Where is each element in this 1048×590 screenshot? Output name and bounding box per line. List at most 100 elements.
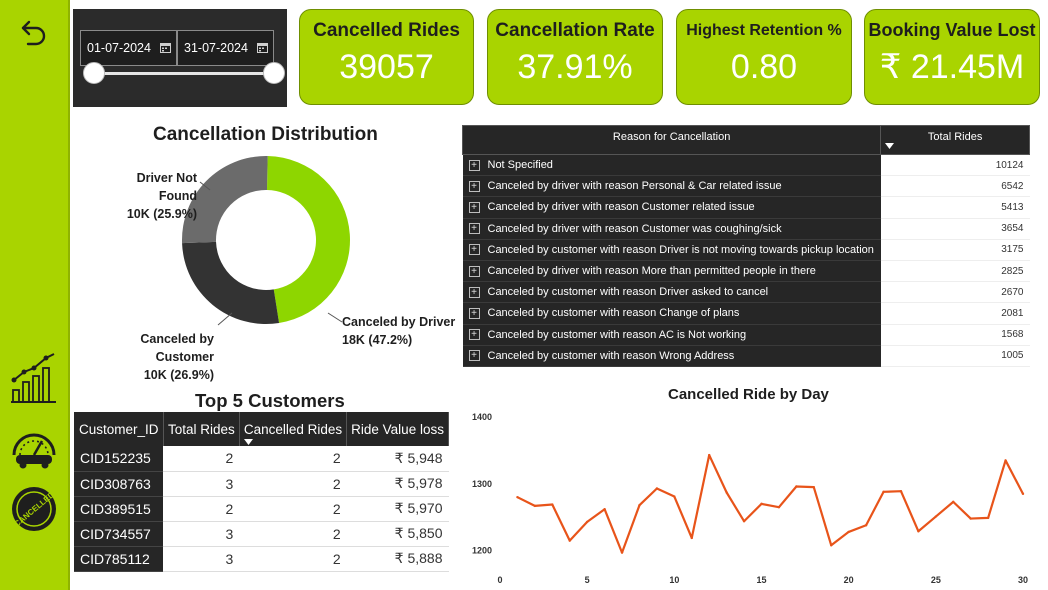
expand-icon[interactable]: + [468,286,480,298]
date-range-end-handle[interactable] [263,62,285,84]
series-line[interactable] [516,453,1024,554]
expand-icon[interactable]: + [468,307,480,319]
data-point[interactable] [568,539,571,542]
data-point[interactable] [603,508,606,511]
donut-segment[interactable] [182,241,280,324]
table-row[interactable]: CID734557 3 2 ₹ 5,850 [74,521,449,547]
table-row[interactable]: CID308763 3 2 ₹ 5,978 [74,471,449,497]
table-row[interactable]: + Canceled by customer with reason AC is … [462,324,1030,346]
calendar-icon[interactable] [160,42,171,56]
analytics-chart-icon[interactable] [8,352,58,409]
data-point[interactable] [533,504,537,508]
kpi-value: ₹ 21.45M [879,48,1025,86]
line-chart-title: Cancelled Ride by Day [668,386,829,403]
total-rides-cell: 2825 [880,260,1030,283]
expand-icon[interactable]: + [468,350,480,362]
data-point[interactable] [986,516,990,520]
table-row[interactable]: CID389515 2 2 ₹ 5,970 [74,496,449,522]
speedometer-car-icon[interactable] [8,425,60,474]
data-point[interactable] [655,487,659,490]
total-rides-cell: 3654 [880,218,1030,240]
expand-icon[interactable]: + [468,329,480,341]
total-rides-cell: 6542 [880,175,1030,198]
column-header-reason[interactable]: Reason for Cancellation [461,125,882,155]
data-point[interactable] [708,453,711,457]
reason-cell[interactable]: + Canceled by driver with reason Customer… [462,196,881,219]
calendar-icon[interactable] [257,42,268,56]
data-point[interactable] [516,495,519,499]
reason-cell[interactable]: + Canceled by driver with reason More tha… [462,260,881,283]
table-row[interactable]: + Canceled by customer with reason Change… [462,302,1030,325]
data-point[interactable] [952,500,955,504]
reason-cell[interactable]: + Canceled by customer with reason Change… [462,302,881,325]
data-point[interactable] [742,520,746,523]
reason-cell[interactable]: + Canceled by customer with reason Wrong … [462,345,881,367]
table-row[interactable]: + Canceled by driver with reason Customer… [462,218,1030,240]
back-arrow-icon[interactable] [20,18,48,51]
column-header-ride-value-loss[interactable]: Ride Value loss [346,412,449,446]
data-point[interactable] [830,544,833,547]
cancelled-ride-by-day-chart: 1200 1300 1400 0 5 10 15 20 25 30 [472,412,1028,585]
data-point[interactable] [690,536,693,540]
donut-segment[interactable] [266,156,350,323]
segment-name: Canceled by Driver [342,315,456,329]
reason-text: Canceled by customer with reason AC is N… [487,328,747,341]
expand-icon[interactable]: + [468,244,480,256]
data-point[interactable] [917,530,920,533]
start-date-input[interactable]: 01-07-2024 [80,30,177,66]
data-point[interactable] [585,520,589,524]
expand-icon[interactable]: + [468,159,480,171]
date-range-slider-track[interactable] [93,72,273,75]
column-header-total-rides[interactable]: Total Rides [880,125,1030,155]
column-header-customer-id[interactable]: Customer_ID [74,412,164,446]
data-point[interactable] [551,503,554,506]
expand-icon[interactable]: + [468,265,480,277]
data-point[interactable] [620,551,624,554]
expand-icon[interactable]: + [468,223,480,235]
table-row[interactable]: CID785112 3 2 ₹ 5,888 [74,546,449,572]
cancelled-stamp-icon[interactable]: CANCELLED [9,484,59,539]
table-row[interactable]: + Canceled by customer with reason Driver… [462,281,1030,304]
table-row[interactable]: + Not Specified 10124 [462,154,1030,177]
data-point[interactable] [882,490,885,494]
data-point[interactable] [812,485,815,489]
sort-desc-icon[interactable] [885,143,895,149]
total-rides-cell: 1005 [880,345,1030,367]
reason-cell[interactable]: + Canceled by customer with reason AC is … [462,324,881,346]
table-row[interactable]: + Canceled by driver with reason More tha… [462,260,1030,283]
expand-icon[interactable]: + [468,202,480,214]
reason-cell[interactable]: + Not Specified [462,154,881,177]
date-range-start-handle[interactable] [83,62,105,84]
expand-icon[interactable]: + [468,180,480,192]
table-row[interactable]: + Canceled by driver with reason Personal… [462,175,1030,198]
table-row[interactable]: CID152235 2 2 ₹ 5,948 [74,446,449,472]
reason-text: Canceled by customer with reason Driver … [487,286,769,299]
sort-desc-icon[interactable] [243,439,253,445]
table-row[interactable]: + Canceled by customer with reason Wrong … [462,345,1030,367]
data-point[interactable] [969,517,972,520]
data-point[interactable] [864,524,868,527]
table-row[interactable]: + Canceled by driver with reason Customer… [462,196,1030,219]
data-point[interactable] [725,491,728,494]
column-header-total-rides[interactable]: Total Rides [163,412,240,446]
data-point[interactable] [1021,492,1025,496]
data-point[interactable] [795,485,798,488]
x-tick-label: 10 [669,575,679,585]
reason-cell[interactable]: + Canceled by driver with reason Customer… [462,218,881,240]
data-point[interactable] [847,530,850,534]
table-row[interactable]: + Canceled by customer with reason Driver… [462,239,1030,261]
column-header-cancelled-rides[interactable]: Cancelled Rides [239,412,348,446]
data-point[interactable] [899,489,903,493]
data-point[interactable] [638,504,641,507]
data-point[interactable] [934,515,938,518]
data-point[interactable] [1004,459,1007,462]
data-point[interactable] [760,502,763,506]
data-point[interactable] [777,506,781,509]
reason-cell[interactable]: + Canceled by customer with reason Driver… [462,239,881,261]
reason-cell[interactable]: + Canceled by customer with reason Driver… [462,281,881,304]
cancellation-donut-chart [182,155,350,324]
reason-cell[interactable]: + Canceled by driver with reason Personal… [462,175,881,198]
data-point[interactable] [673,495,676,498]
end-date-input[interactable]: 31-07-2024 [177,30,274,66]
reason-text: Canceled by driver with reason Personal … [487,180,782,193]
